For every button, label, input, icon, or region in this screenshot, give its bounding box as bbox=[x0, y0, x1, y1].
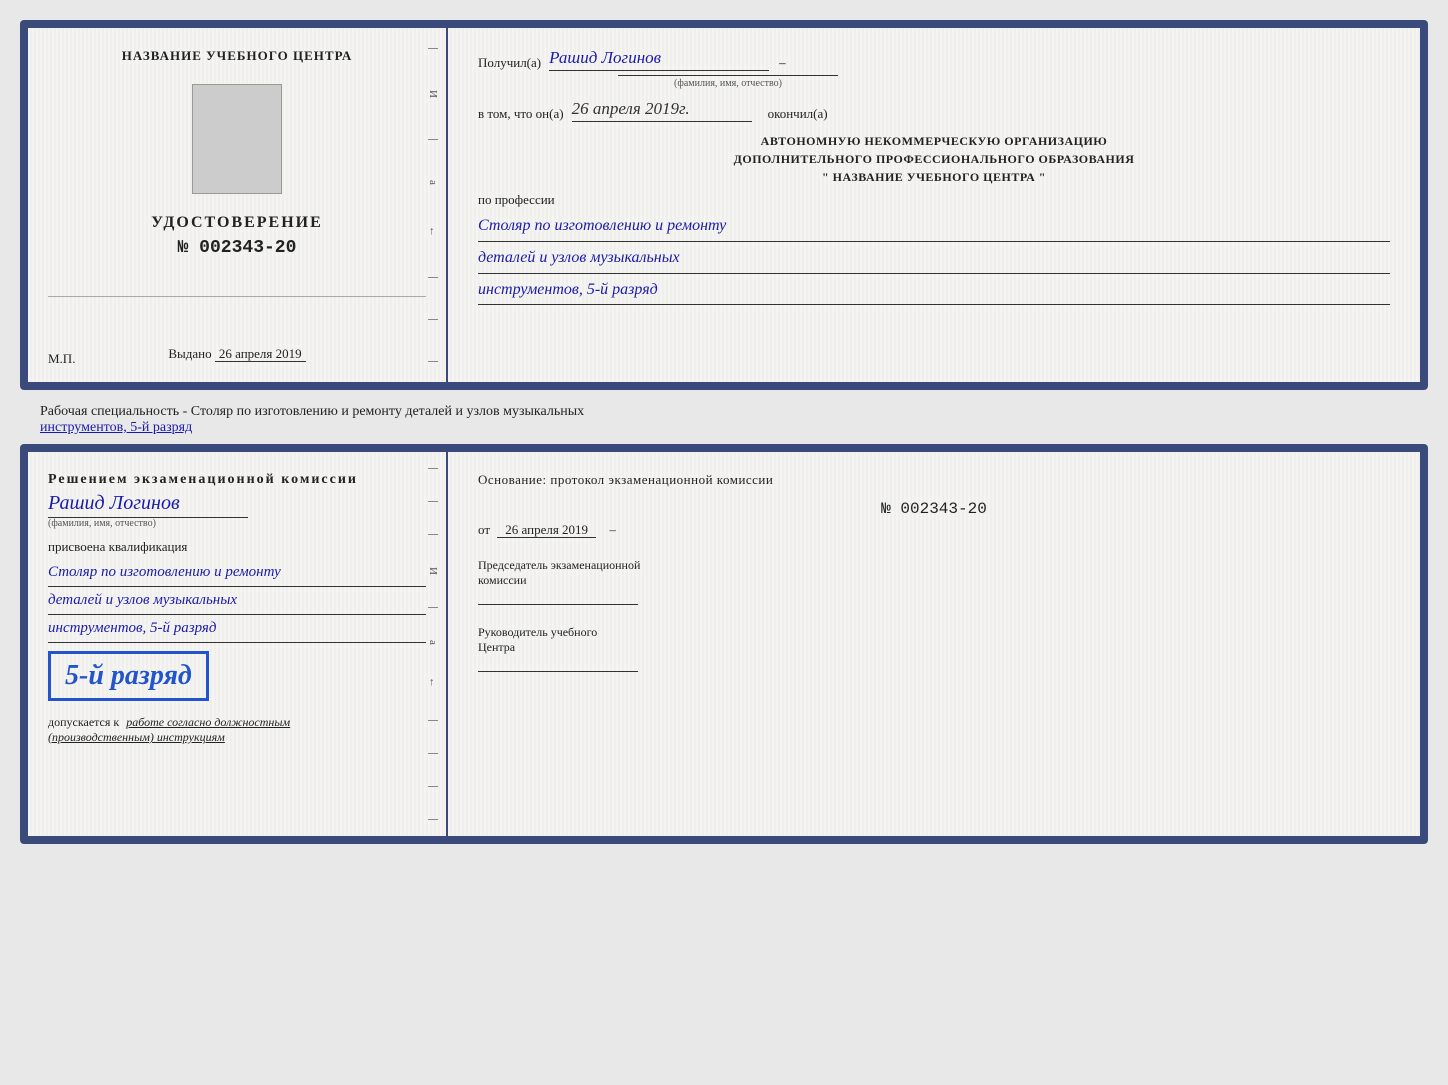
cert-title: УДОСТОВЕРЕНИЕ bbox=[151, 214, 323, 232]
director-label: Руководитель учебного Центра bbox=[478, 625, 1390, 655]
profession-label: по профессии bbox=[478, 192, 1390, 208]
school-name-top: НАЗВАНИЕ УЧЕБНОГО ЦЕНТРА bbox=[122, 48, 353, 64]
director-signature-line bbox=[478, 671, 638, 672]
edge-decoration: И а ← bbox=[426, 28, 440, 382]
from-date-row: от 26 апреля 2019 – bbox=[478, 522, 1390, 538]
in-that-date: 26 апреля 2019г. bbox=[572, 99, 752, 122]
issued-date: 26 апреля 2019 bbox=[215, 346, 306, 362]
bottom-name: Рашид Логинов bbox=[48, 492, 426, 515]
cert-number: № 002343-20 bbox=[178, 238, 297, 258]
director-line2: Центра bbox=[478, 640, 1390, 655]
bottom-edge-decoration: И а ← bbox=[426, 452, 440, 836]
rank-text: 5-й разряд bbox=[65, 660, 192, 691]
in-that-row: в том, что он(а) 26 апреля 2019г. окончи… bbox=[478, 99, 1390, 122]
org-line1: АВТОНОМНУЮ НЕКОММЕРЧЕСКУЮ ОРГАНИЗАЦИЮ bbox=[478, 132, 1390, 150]
bottom-document: Решением экзаменационной комиссии Рашид … bbox=[20, 444, 1428, 844]
issued-label: Выдано bbox=[168, 346, 211, 361]
top-document: НАЗВАНИЕ УЧЕБНОГО ЦЕНТРА УДОСТОВЕРЕНИЕ №… bbox=[20, 20, 1428, 390]
in-that-label: в том, что он(а) bbox=[478, 106, 564, 122]
director-line1: Руководитель учебного bbox=[478, 625, 1390, 640]
допускается-line: допускается к работе согласно должностны… bbox=[48, 715, 426, 730]
chairman-signature-line bbox=[478, 604, 638, 605]
middle-underlined-text: инструментов, 5-й разряд bbox=[40, 420, 192, 435]
qualification-label: присвоена квалификация bbox=[48, 539, 426, 555]
org-title: АВТОНОМНУЮ НЕКОММЕРЧЕСКУЮ ОРГАНИЗАЦИЮ ДО… bbox=[478, 132, 1390, 186]
bottom-left-panel: Решением экзаменационной комиссии Рашид … bbox=[28, 452, 448, 836]
dash-sep: – bbox=[779, 55, 786, 71]
bottom-name-sublabel: (фамилия, имя, отчество) bbox=[48, 518, 426, 529]
top-right-panel: Получил(а) Рашид Логинов – (фамилия, имя… bbox=[448, 28, 1420, 382]
chairman-line2: комиссии bbox=[478, 573, 1390, 588]
qual-line1: Столяр по изготовлению и ремонту bbox=[48, 559, 426, 587]
top-left-panel: НАЗВАНИЕ УЧЕБНОГО ЦЕНТРА УДОСТОВЕРЕНИЕ №… bbox=[28, 28, 448, 382]
name-sublabel-top: (фамилия, имя, отчество) bbox=[618, 75, 838, 89]
bottom-right-panel: Основание: протокол экзаменационной коми… bbox=[448, 452, 1420, 836]
basis-label: Основание: протокол экзаменационной коми… bbox=[478, 472, 1390, 488]
middle-text-block: Рабочая специальность - Столяр по изгото… bbox=[20, 396, 1428, 444]
from-date-value: 26 апреля 2019 bbox=[497, 522, 596, 538]
rank-box: 5-й разряд bbox=[48, 651, 209, 701]
chairman-line1: Председатель экзаменационной bbox=[478, 558, 1390, 573]
photo-placeholder bbox=[192, 84, 282, 194]
finished-label: окончил(а) bbox=[768, 106, 828, 122]
org-line3: " НАЗВАНИЕ УЧЕБНОГО ЦЕНТРА " bbox=[478, 168, 1390, 186]
commission-title: Решением экзаменационной комиссии bbox=[48, 472, 426, 488]
issued-line: Выдано 26 апреля 2019 bbox=[168, 336, 305, 362]
from-dash: – bbox=[609, 522, 616, 537]
допускается-label: допускается к bbox=[48, 715, 119, 729]
chairman-label: Председатель экзаменационной комиссии bbox=[478, 558, 1390, 588]
protocol-number: № 002343-20 bbox=[478, 500, 1390, 518]
mp-label: М.П. bbox=[48, 351, 75, 367]
profession-line3: инструментов, 5-й разряд bbox=[478, 276, 1390, 306]
qual-line2: деталей и узлов музыкальных bbox=[48, 587, 426, 615]
middle-main-text: Рабочая специальность - Столяр по изгото… bbox=[40, 404, 584, 419]
org-line2: ДОПОЛНИТЕЛЬНОГО ПРОФЕССИОНАЛЬНОГО ОБРАЗО… bbox=[478, 150, 1390, 168]
from-label: от bbox=[478, 522, 490, 537]
qual-line3: инструментов, 5-й разряд bbox=[48, 615, 426, 643]
received-row: Получил(а) Рашид Логинов – bbox=[478, 48, 1390, 71]
profession-line2: деталей и узлов музыкальных bbox=[478, 244, 1390, 274]
received-name: Рашид Логинов bbox=[549, 48, 769, 71]
instructions-label: (производственным) инструкциям bbox=[48, 730, 426, 745]
work-label: работе согласно должностным bbox=[126, 715, 290, 729]
page-wrapper: НАЗВАНИЕ УЧЕБНОГО ЦЕНТРА УДОСТОВЕРЕНИЕ №… bbox=[10, 10, 1438, 860]
received-label: Получил(а) bbox=[478, 55, 541, 71]
profession-line1: Столяр по изготовлению и ремонту bbox=[478, 212, 1390, 242]
